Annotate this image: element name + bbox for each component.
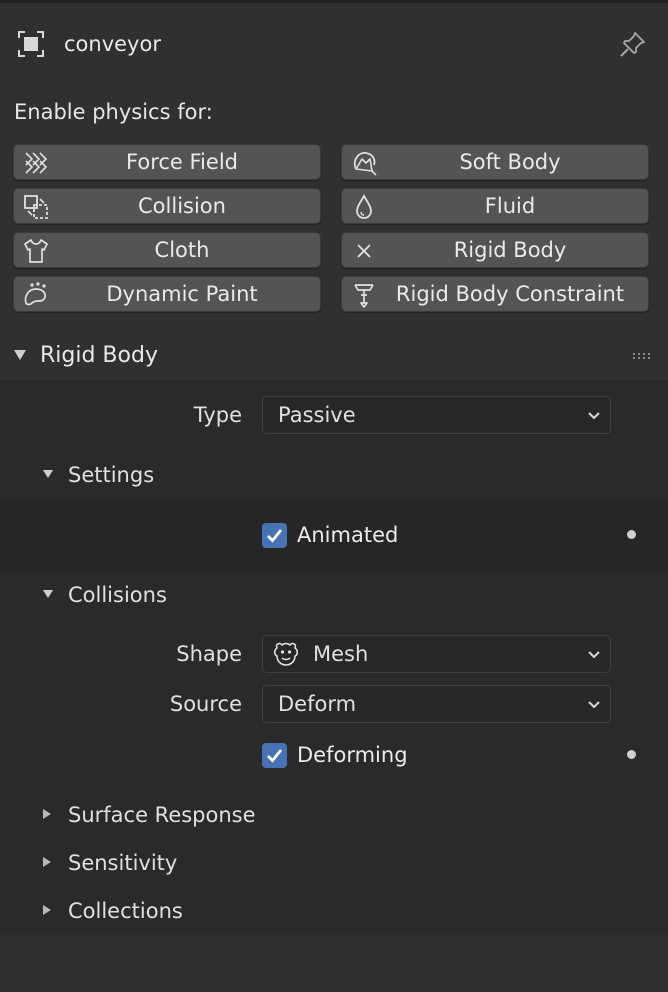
shape-value: Mesh	[313, 642, 369, 666]
keyframe-dot-icon[interactable]	[627, 750, 636, 759]
rigid-body-panel-title: Rigid Body	[40, 343, 158, 368]
mesh-monkey-icon	[273, 642, 299, 666]
type-label: Type	[193, 403, 242, 427]
dynamic-paint-button[interactable]: Dynamic Paint	[13, 276, 321, 312]
sensitivity-subpanel-header[interactable]: Sensitivity	[0, 839, 668, 887]
keyframe-dot-icon[interactable]	[627, 530, 636, 539]
expand-triangle-right-icon	[43, 857, 51, 867]
collisions-title: Collisions	[68, 583, 167, 607]
shape-label: Shape	[176, 642, 242, 666]
surface-response-subpanel-header[interactable]: Surface Response	[0, 791, 668, 839]
animated-checkbox[interactable]	[262, 523, 287, 548]
source-label: Source	[169, 692, 242, 716]
collisions-subpanel-header[interactable]: Collisions	[0, 571, 668, 619]
empty-area	[0, 935, 668, 992]
deforming-checkbox[interactable]	[262, 743, 287, 768]
enable-physics-label: Enable physics for:	[14, 100, 213, 124]
settings-subpanel-header[interactable]: Settings	[0, 451, 668, 499]
dynamic-paint-label: Dynamic Paint	[106, 282, 258, 306]
collapse-triangle-down-icon	[14, 350, 26, 360]
sensitivity-title: Sensitivity	[68, 851, 178, 875]
expand-triangle-right-icon	[43, 905, 51, 915]
rigid-body-panel-body: Type Passive Settings Animated Collision…	[0, 380, 668, 935]
type-dropdown[interactable]: Passive	[262, 396, 611, 434]
collapse-triangle-down-icon	[43, 470, 53, 478]
object-icon	[18, 31, 44, 57]
cloth-button[interactable]: Cloth	[13, 232, 321, 268]
properties-header: conveyor	[0, 3, 668, 81]
rigid-body-constraint-label: Rigid Body Constraint	[395, 282, 625, 306]
source-value: Deform	[278, 692, 357, 716]
cloth-label: Cloth	[154, 238, 210, 262]
checkmark-icon	[267, 749, 283, 763]
soft-body-label: Soft Body	[459, 150, 561, 174]
collision-button[interactable]: Collision	[13, 188, 321, 224]
animated-label: Animated	[297, 523, 399, 547]
type-value: Passive	[278, 403, 356, 427]
collections-title: Collections	[68, 899, 183, 923]
chevron-down-icon	[588, 651, 600, 659]
chevron-down-icon	[588, 701, 600, 709]
pin-icon[interactable]	[618, 29, 648, 59]
source-dropdown[interactable]: Deform	[262, 685, 611, 723]
settings-title: Settings	[68, 463, 155, 487]
settings-subpanel-body: Animated	[0, 499, 668, 571]
rigid-body-button[interactable]: Rigid Body	[341, 232, 649, 268]
fluid-label: Fluid	[484, 194, 536, 218]
soft-body-button[interactable]: Soft Body	[341, 144, 649, 180]
force-field-label: Force Field	[126, 150, 238, 174]
fluid-button[interactable]: Fluid	[341, 188, 649, 224]
surface-response-title: Surface Response	[68, 803, 256, 827]
deforming-label: Deforming	[297, 743, 408, 767]
shape-dropdown[interactable]: Mesh	[262, 635, 611, 673]
rigid-body-label: Rigid Body	[453, 238, 567, 262]
collapse-triangle-down-icon	[43, 590, 53, 598]
rigid-body-constraint-button[interactable]: Rigid Body Constraint	[341, 276, 649, 312]
collision-label: Collision	[138, 194, 226, 218]
object-name: conveyor	[64, 32, 161, 56]
checkmark-icon	[267, 529, 283, 543]
force-field-button[interactable]: Force Field	[13, 144, 321, 180]
collections-subpanel-header[interactable]: Collections	[0, 887, 668, 935]
rigid-body-panel-header[interactable]: Rigid Body	[0, 332, 668, 380]
chevron-down-icon	[588, 412, 600, 420]
expand-triangle-right-icon	[43, 809, 51, 819]
drag-grip-icon[interactable]	[632, 352, 654, 360]
